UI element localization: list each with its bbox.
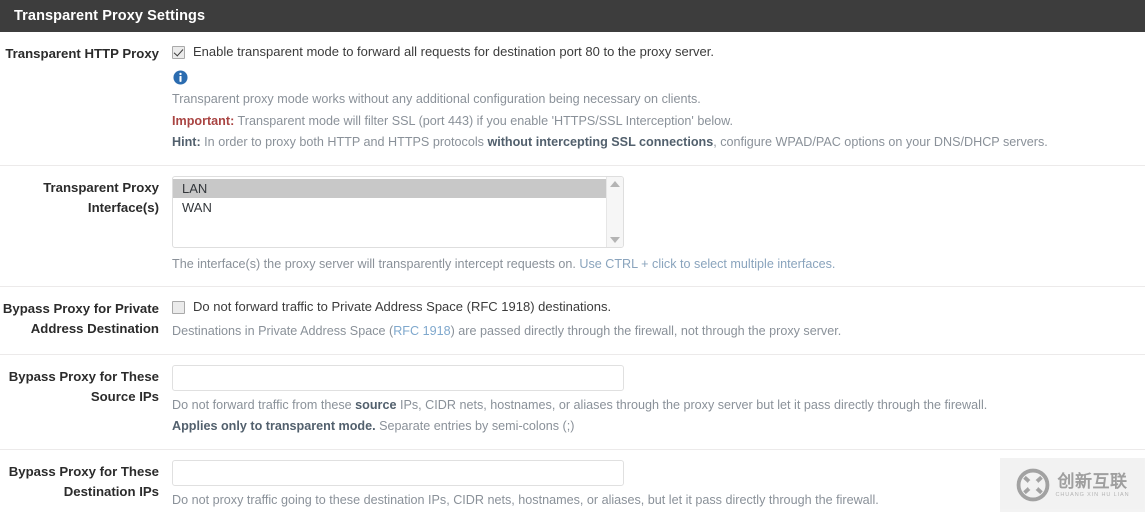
help-bypass-private-address: Destinations in Private Address Space (R…: [172, 321, 1125, 343]
help-private-a: Destinations in Private Address Space (: [172, 324, 394, 338]
bypass-private-address-checkbox[interactable]: [172, 301, 185, 314]
watermark: 创新互联 CHUANG XIN HU LIAN: [1000, 458, 1145, 512]
important-keyword: Important:: [172, 113, 235, 128]
help-source-c: Separate entries by semi-colons (;): [375, 419, 575, 433]
help-line-important: Important: Transparent mode will filter …: [172, 111, 1125, 133]
help-source-a: Do not forward traffic from these: [172, 397, 356, 412]
enable-transparent-mode-label: Enable transparent mode to forward all r…: [193, 44, 715, 59]
bypass-source-ips-input[interactable]: [172, 364, 624, 391]
interface-option-list[interactable]: LAN WAN: [173, 177, 606, 247]
help-source-line-1: Do not forward traffic from these source…: [172, 395, 1125, 417]
control-transparent-proxy-interfaces: LAN WAN The interface(s) the proxy serve…: [172, 175, 1145, 276]
row-bypass-source-ips: Bypass Proxy for These Source IPs Do not…: [0, 355, 1145, 450]
applies-transparent-mode-note: Applies only to transparent mode.: [172, 419, 376, 433]
transparent-proxy-settings-page: Transparent Proxy Settings Transparent H…: [0, 0, 1145, 512]
control-transparent-http-proxy: Enable transparent mode to forward all r…: [172, 42, 1145, 154]
bypass-private-address-checkbox-row[interactable]: Do not forward traffic to Private Addres…: [172, 297, 1125, 317]
interface-option-wan[interactable]: WAN: [173, 198, 606, 217]
control-bypass-private-address: Do not forward traffic to Private Addres…: [172, 297, 1145, 343]
help-source-line-2: Applies only to transparent mode. Separa…: [172, 416, 1125, 438]
label-bypass-destination-ips: Bypass Proxy for These Destination IPs: [8, 463, 159, 499]
hint-text-strong: without intercepting SSL connections: [487, 135, 714, 149]
help-line-hint: Hint: In order to proxy both HTTP and HT…: [172, 132, 1125, 154]
help-bypass-source-ips: Do not forward traffic from these source…: [172, 395, 1125, 438]
row-transparent-proxy-interfaces: Transparent Proxy Interface(s) LAN WAN T…: [0, 166, 1145, 287]
select-scrollbar[interactable]: [606, 176, 623, 247]
row-bypass-destination-ips: Bypass Proxy for These Destination IPs D…: [0, 450, 1145, 512]
interface-option-lan[interactable]: LAN: [173, 178, 606, 198]
label-bypass-private-address: Bypass Proxy for Private Address Destina…: [2, 301, 159, 336]
panel-header: Transparent Proxy Settings: [0, 0, 1145, 32]
hint-text-b: , configure WPAD/PAC options on your DNS…: [713, 135, 1048, 149]
watermark-cn: 创新互联: [1057, 471, 1128, 491]
info-circle-icon: [173, 70, 188, 85]
bypass-private-address-label: Do not forward traffic to Private Addres…: [193, 299, 612, 314]
help-line-1: Transparent proxy mode works without any…: [172, 92, 701, 106]
enable-transparent-mode-checkbox-row[interactable]: Enable transparent mode to forward all r…: [172, 42, 1125, 62]
important-text: Transparent mode will filter SSL (port 4…: [234, 113, 734, 128]
cx-logo-icon: [1016, 468, 1049, 502]
ctrl-click-link[interactable]: Use CTRL + click to select multiple inte…: [579, 257, 835, 271]
help-bypass-destination-ips: Do not proxy traffic going to these dest…: [172, 492, 879, 507]
watermark-text: 创新互联 CHUANG XIN HU LIAN: [1056, 472, 1130, 499]
help-transparent-proxy-interfaces: The interface(s) the proxy server will t…: [172, 254, 1125, 276]
hint-text-a: In order to proxy both HTTP and HTTPS pr…: [200, 135, 488, 149]
label-bypass-source-ips: Bypass Proxy for These Source IPs: [8, 368, 159, 404]
help-source-strong: source: [355, 397, 397, 412]
watermark-en: CHUANG XIN HU LIAN: [1055, 491, 1130, 498]
scroll-down-arrow-icon[interactable]: [610, 236, 620, 243]
row-bypass-private-address: Bypass Proxy for Private Address Destina…: [0, 287, 1145, 355]
row-transparent-http-proxy: Transparent HTTP Proxy Enable transparen…: [0, 32, 1145, 166]
help-transparent-proxy: Transparent proxy mode works without any…: [172, 89, 1125, 154]
label-transparent-proxy-interfaces: Transparent Proxy Interface(s): [43, 179, 159, 215]
label-transparent-http-proxy: Transparent HTTP Proxy: [5, 46, 159, 61]
hint-keyword: Hint:: [172, 135, 201, 149]
bypass-destination-ips-input[interactable]: [172, 459, 624, 486]
rfc1918-link[interactable]: RFC 1918: [393, 324, 450, 338]
control-bypass-source-ips: Do not forward traffic from these source…: [172, 364, 1145, 438]
help-interfaces-text: The interface(s) the proxy server will t…: [172, 256, 580, 271]
help-private-b: ) are passed directly through the firewa…: [450, 324, 842, 338]
enable-transparent-mode-checkbox[interactable]: [172, 46, 185, 59]
help-source-b: IPs, CIDR nets, hostnames, or aliases th…: [396, 397, 988, 412]
scroll-up-arrow-icon[interactable]: [610, 180, 620, 187]
transparent-proxy-interfaces-select[interactable]: LAN WAN: [172, 175, 624, 248]
panel-title: Transparent Proxy Settings: [14, 8, 206, 24]
